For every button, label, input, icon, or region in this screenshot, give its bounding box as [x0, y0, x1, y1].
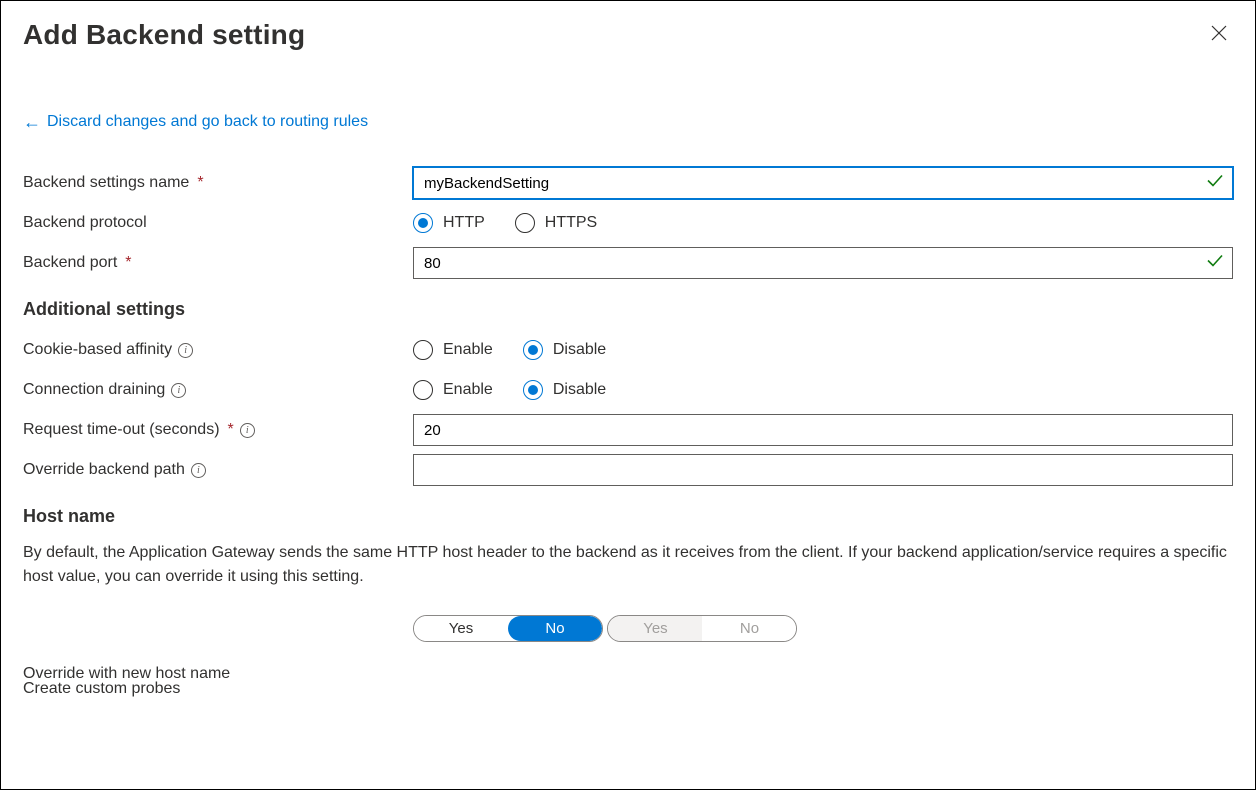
- radio-enable-label: Enable: [443, 341, 493, 359]
- label-connection-draining: Connection draining: [23, 381, 165, 399]
- back-link-text: Discard changes and go back to routing r…: [47, 113, 368, 131]
- backend-settings-name-input[interactable]: [413, 167, 1233, 199]
- toggle-no[interactable]: No: [508, 616, 602, 641]
- radio-http-label: HTTP: [443, 214, 485, 232]
- custom-probes-toggle: Yes No: [607, 615, 797, 642]
- radio-enable-label: Enable: [443, 381, 493, 399]
- radio-disable-label: Disable: [553, 381, 606, 399]
- radio-https-label: HTTPS: [545, 214, 597, 232]
- label-cookie-affinity: Cookie-based affinity: [23, 341, 172, 359]
- radio-cookie-enable[interactable]: Enable: [413, 340, 493, 360]
- label-create-custom-probes: Create custom probes: [23, 680, 180, 698]
- radio-drain-disable[interactable]: Disable: [523, 380, 606, 400]
- radio-disable-label: Disable: [553, 341, 606, 359]
- toggle-no-disabled: No: [702, 616, 796, 641]
- cookie-affinity-radio-group: Enable Disable: [413, 340, 606, 360]
- radio-dot-icon: [413, 213, 433, 233]
- radio-cookie-disable[interactable]: Disable: [523, 340, 606, 360]
- override-backend-path-input[interactable]: [413, 454, 1233, 486]
- heading-host-name: Host name: [23, 506, 1233, 527]
- panel-title: Add Backend setting: [23, 19, 305, 51]
- info-icon[interactable]: i: [178, 343, 193, 358]
- discard-back-link[interactable]: ← Discard changes and go back to routing…: [23, 113, 368, 131]
- info-icon[interactable]: i: [240, 423, 255, 438]
- required-asterisk: *: [125, 254, 131, 272]
- radio-dot-icon: [413, 380, 433, 400]
- radio-drain-enable[interactable]: Enable: [413, 380, 493, 400]
- radio-dot-icon: [523, 340, 543, 360]
- arrow-left-icon: ←: [23, 113, 41, 131]
- heading-additional-settings: Additional settings: [23, 299, 1233, 320]
- override-hostname-toggle: Yes No: [413, 615, 603, 642]
- toggle-yes[interactable]: Yes: [414, 616, 508, 641]
- info-icon[interactable]: i: [191, 463, 206, 478]
- hostname-description: By default, the Application Gateway send…: [23, 541, 1233, 589]
- label-backend-protocol: Backend protocol: [23, 214, 147, 232]
- radio-dot-icon: [515, 213, 535, 233]
- radio-dot-icon: [523, 380, 543, 400]
- label-backend-settings-name: Backend settings name: [23, 174, 189, 192]
- radio-https[interactable]: HTTPS: [515, 213, 597, 233]
- label-backend-port: Backend port: [23, 254, 117, 272]
- connection-draining-radio-group: Enable Disable: [413, 380, 606, 400]
- info-icon[interactable]: i: [171, 383, 186, 398]
- label-request-timeout: Request time-out (seconds): [23, 421, 220, 439]
- radio-http[interactable]: HTTP: [413, 213, 485, 233]
- toggle-yes-disabled: Yes: [608, 616, 702, 641]
- radio-dot-icon: [413, 340, 433, 360]
- close-icon: [1211, 25, 1227, 41]
- backend-port-input[interactable]: [413, 247, 1233, 279]
- request-timeout-input[interactable]: [413, 414, 1233, 446]
- close-button[interactable]: [1205, 19, 1233, 47]
- backend-protocol-radio-group: HTTP HTTPS: [413, 213, 597, 233]
- required-asterisk: *: [228, 421, 234, 439]
- label-override-backend-path: Override backend path: [23, 461, 185, 479]
- required-asterisk: *: [197, 174, 203, 192]
